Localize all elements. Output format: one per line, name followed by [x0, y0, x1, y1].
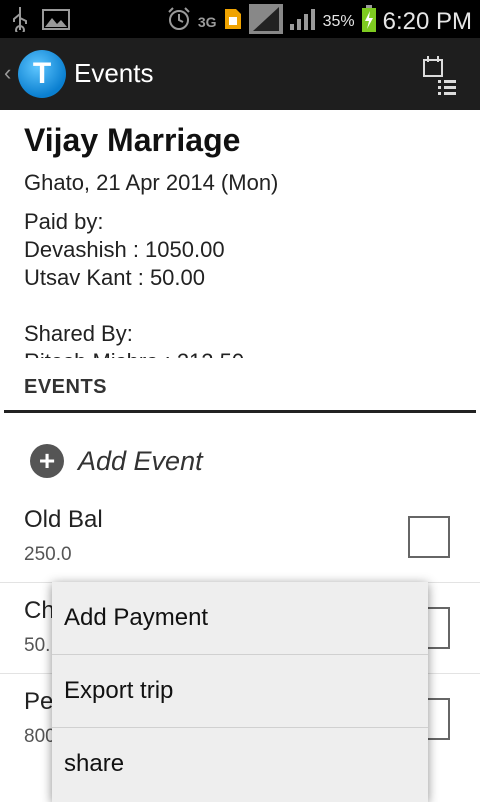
status-left-icons: [10, 6, 70, 37]
sim-icon: [223, 7, 243, 36]
event-checkbox[interactable]: [408, 516, 450, 558]
network-3g-label: 3G: [197, 13, 217, 30]
add-event-label: Add Event: [78, 445, 203, 476]
paid-by-entry: Utsav Kant : 50.00: [24, 265, 205, 290]
status-right-icons: 3G 35% 6:20 PM: [166, 4, 472, 39]
image-icon: [42, 7, 70, 36]
signal-icon: [289, 7, 317, 36]
page-title: Events: [74, 58, 154, 88]
calendar-list-button[interactable]: [414, 50, 462, 98]
action-bar: ‹ T Events: [0, 38, 480, 110]
trip-date: Ghato, 21 Apr 2014 (Mon): [24, 170, 279, 195]
event-amount: 800: [24, 726, 56, 747]
event-amount: 250.0: [24, 544, 72, 565]
status-bar: 3G 35% 6:20 PM: [0, 0, 480, 38]
menu-item-share[interactable]: share: [52, 728, 428, 800]
event-name: Pe: [24, 688, 54, 715]
shared-by-entry: Ritesh Mishra : 212.50: [24, 348, 464, 358]
events-section-header: EVENTS: [24, 376, 108, 398]
paid-by-entry: Devashish : 1050.00: [24, 237, 225, 262]
section-divider: [4, 410, 476, 413]
add-event-button[interactable]: + Add Event: [30, 444, 203, 478]
event-name: Old Bal: [24, 506, 103, 533]
trip-details[interactable]: Paid by: Devashish : 1050.00 Utsav Kant …: [24, 208, 464, 358]
app-logo-letter: T: [32, 57, 52, 90]
battery-percent: 35%: [322, 12, 355, 30]
signal-icon: [248, 4, 283, 39]
add-circle-icon: +: [30, 444, 64, 478]
menu-item-add-payment[interactable]: Add Payment: [52, 582, 428, 655]
event-name: Ch: [24, 597, 55, 624]
calendar-list-icon: [414, 56, 462, 102]
event-row[interactable]: Old Bal 250.0: [0, 492, 480, 583]
back-chevron-icon[interactable]: ‹: [4, 60, 11, 86]
menu-item-export-trip[interactable]: Export trip: [52, 655, 428, 728]
paid-by-label: Paid by:: [24, 209, 104, 234]
overflow-menu: Add Payment Export trip share: [52, 582, 428, 802]
battery-charging-icon: [361, 5, 377, 38]
shared-by-label: Shared By:: [24, 321, 133, 346]
clock: 6:20 PM: [382, 7, 472, 35]
usb-icon: [10, 6, 30, 37]
event-amount: 50.: [24, 635, 51, 656]
trip-title: Vijay Marriage: [24, 122, 241, 158]
alarm-icon: [166, 6, 192, 37]
app-logo[interactable]: T: [18, 50, 66, 98]
